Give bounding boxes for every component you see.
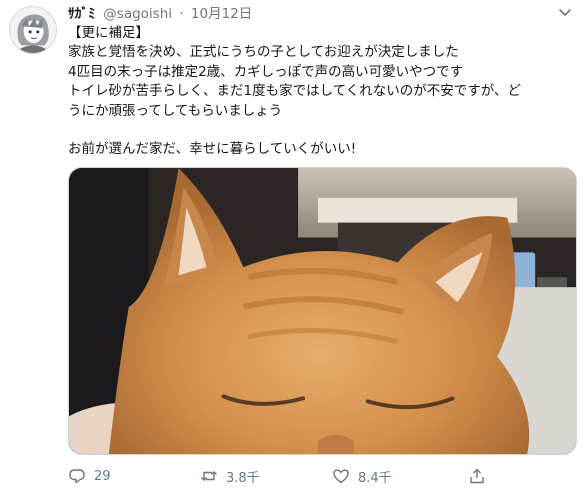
avatar[interactable] [9, 6, 57, 54]
retweet-button[interactable]: 3.8千 [200, 462, 260, 490]
reply-button[interactable]: 29 [68, 462, 111, 490]
display-name[interactable]: ｻｶﾞﾐ [68, 6, 95, 22]
tweet-text-line: 4匹目の末っ子は推定2歳、カギしっぽで声の高い可愛いやつです [68, 63, 464, 80]
like-count: 8.4千 [358, 470, 392, 486]
tweet-actions: 29 3.8千 8.4千 [68, 462, 577, 490]
tweet-text-line: うにか頑張ってしてもらいましょう [68, 102, 283, 119]
retweet-count: 3.8千 [226, 470, 260, 486]
tweet-header: ｻｶﾞﾐ @sagoishi · 10月12日 [68, 5, 252, 23]
tweet-card[interactable]: ｻｶﾞﾐ @sagoishi · 10月12日 【更に補足】 家族と覚悟を決め、… [0, 0, 587, 498]
share-icon [470, 468, 484, 484]
tweet-photo[interactable] [68, 167, 577, 455]
tweet-text-line: 家族と覚悟を決め、正式にうちの子としてお迎えが決定しました [68, 44, 459, 61]
like-button[interactable]: 8.4千 [332, 462, 392, 490]
tweet-text-line: トイレ砂が苦手らしく、まだ1度も家ではしてくれないのが不安ですが、ど [68, 83, 522, 100]
heart-icon [333, 469, 349, 484]
reply-icon [69, 469, 85, 484]
separator-dot: · [179, 6, 184, 22]
tweet-text-line: お前が選んだ家だ、幸せに暮らしていくがいい! [68, 141, 357, 158]
retweet-icon [201, 471, 217, 481]
avatar-illustration-icon [10, 7, 56, 53]
chevron-down-icon[interactable] [557, 6, 573, 20]
photo-of-orange-cat-icon [69, 168, 576, 454]
share-button[interactable] [468, 462, 486, 490]
tweet-text: 【更に補足】 家族と覚悟を決め、正式にうちの子としてお迎えが決定しました 4匹目… [68, 24, 576, 160]
tweet-text-line: 【更に補足】 [68, 25, 149, 41]
user-handle[interactable]: @sagoishi [103, 6, 172, 22]
text-spacer [68, 121, 576, 140]
reply-count: 29 [94, 468, 111, 484]
tweet-date[interactable]: 10月12日 [191, 6, 252, 22]
